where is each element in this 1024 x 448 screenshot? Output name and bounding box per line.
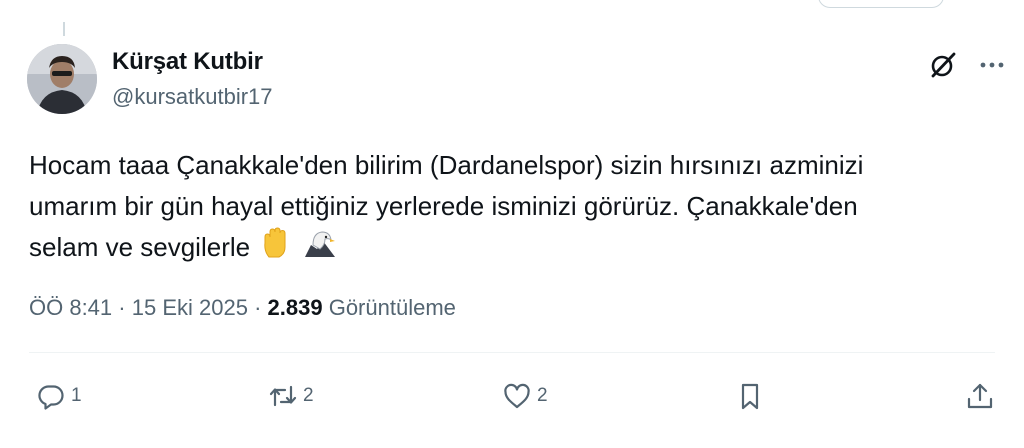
thread-line [63,22,65,36]
like-count: 2 [537,385,548,406]
meta-separator: · [118,295,126,320]
tweet-text: Hocam taaa Çanakkale'den bilirim (Dardan… [29,145,999,271]
top-pill-button[interactable] [818,0,944,8]
bookmark-icon [741,383,759,410]
eagle-emoji [303,227,337,271]
views-count: 2.839 [267,295,323,320]
action-bar: 1 2 2 [0,374,1024,418]
tweet-line: Hocam taaa Çanakkale'den bilirim (Dardan… [29,150,864,180]
tweet-line-last: selam ve sevgilerle [29,227,999,271]
tweet-line: umarım bir gün hayal ettiğiniz yerlerede… [29,191,858,221]
retweet-count: 2 [303,385,314,406]
tweet-meta: ÖÖ 8:41 · 15 Eki 2025 · 2.839 Görüntülem… [29,295,456,321]
reply-button[interactable]: 1 [36,374,82,418]
author-handle[interactable]: @kursatkutbir17 [112,84,273,110]
meta-separator: · [254,295,262,320]
retweet-button[interactable]: 2 [268,374,314,418]
tweet-line-text: selam ve sevgilerle [29,232,251,262]
like-icon [504,383,530,409]
share-button[interactable] [965,374,995,418]
share-icon [967,383,993,409]
author-display-name[interactable]: Kürşat Kutbir [112,48,263,76]
retweet-icon [269,385,297,407]
divider [29,352,995,353]
grok-icon[interactable] [928,50,958,80]
top-strip [0,0,1024,36]
more-icon[interactable] [976,50,1008,80]
tweet-time[interactable]: ÖÖ 8:41 [29,295,112,320]
raised-hand-emoji [261,227,291,271]
bookmark-button[interactable] [735,374,765,418]
tweet-date[interactable]: 15 Eki 2025 [132,295,248,320]
avatar[interactable] [27,44,97,114]
reply-count: 1 [71,385,82,406]
reply-icon [38,385,64,410]
like-button[interactable]: 2 [502,374,548,418]
views-label: Görüntüleme [328,295,456,320]
